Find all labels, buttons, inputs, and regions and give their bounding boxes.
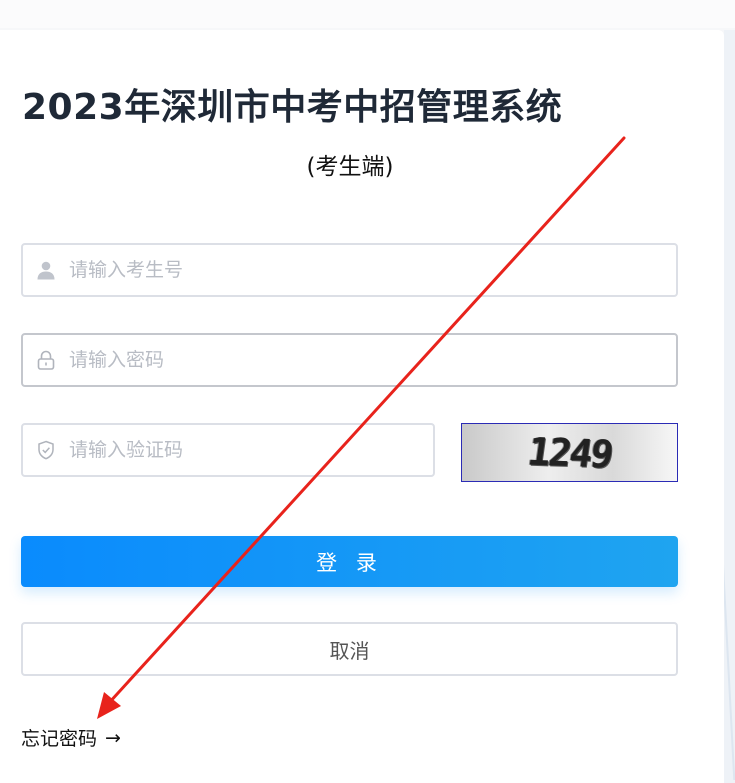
page-subtitle: (考生端) (306, 154, 394, 180)
captcha-input[interactable] (67, 425, 433, 475)
user-icon (25, 245, 67, 295)
cancel-button[interactable]: 取消 (21, 622, 678, 676)
password-input[interactable] (67, 335, 676, 385)
username-field[interactable] (21, 243, 678, 297)
top-bar-strip (0, 0, 735, 28)
captcha-image[interactable]: 1249 (461, 423, 678, 482)
page-title: 2023年深圳市中考中招管理系统 (22, 87, 563, 128)
username-input[interactable] (67, 245, 676, 295)
forgot-password-link[interactable]: 忘记密码 → (21, 724, 121, 751)
forgot-password-label: 忘记密码 (21, 728, 98, 750)
lock-icon (25, 335, 67, 385)
login-button[interactable]: 登 录 (21, 536, 678, 587)
captcha-code: 1249 (524, 429, 615, 476)
arrow-right-icon: → (105, 726, 121, 749)
shield-check-icon (25, 425, 67, 475)
password-field[interactable] (21, 333, 678, 387)
captcha-field[interactable] (21, 423, 435, 477)
